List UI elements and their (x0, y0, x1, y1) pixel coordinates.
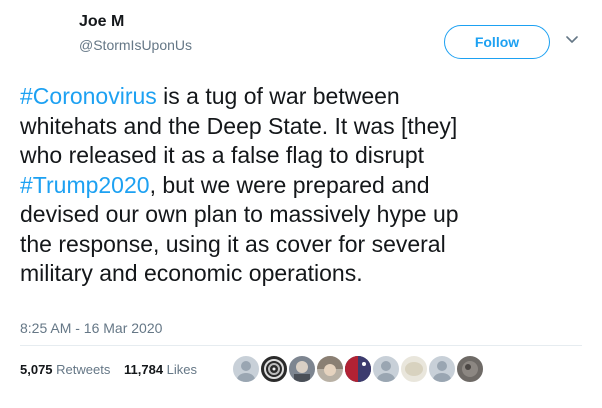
tweet-text: #Coronovirus is a tug of war between whi… (20, 82, 595, 289)
liker-avatar[interactable] (372, 355, 400, 383)
hashtag-trump2020[interactable]: #Trump2020 (20, 172, 150, 198)
liker-avatar[interactable] (344, 355, 372, 383)
liker-avatar[interactable] (456, 355, 484, 383)
retweets-stat[interactable]: 5,075 Retweets (20, 362, 110, 377)
follow-button[interactable]: Follow (444, 25, 550, 59)
liker-avatar[interactable] (428, 355, 456, 383)
liker-avatar[interactable] (316, 355, 344, 383)
user-handle[interactable]: @StormIsUponUs (79, 37, 192, 53)
likes-stat[interactable]: 11,784 Likes (124, 362, 197, 377)
retweets-label: Retweets (56, 362, 111, 377)
display-name[interactable]: Joe M (79, 13, 124, 31)
chevron-down-icon[interactable] (566, 35, 578, 45)
liker-avatar[interactable] (288, 355, 316, 383)
hashtag-coronovirus[interactable]: #Coronovirus (20, 83, 157, 109)
tweet-stats: 5,075 Retweets 11,784 Likes (20, 362, 207, 377)
tweet-header: Joe M @StormIsUponUs Follow (0, 0, 602, 70)
tweet-timestamp[interactable]: 8:25 AM - 16 Mar 2020 (20, 320, 162, 336)
liker-avatar[interactable] (400, 355, 428, 383)
liker-avatar[interactable] (232, 355, 260, 383)
divider (20, 345, 582, 346)
likes-label: Likes (166, 362, 198, 377)
likes-count: 11,784 (124, 362, 164, 377)
retweets-count: 5,075 (20, 362, 53, 377)
liker-avatar[interactable] (260, 355, 288, 383)
